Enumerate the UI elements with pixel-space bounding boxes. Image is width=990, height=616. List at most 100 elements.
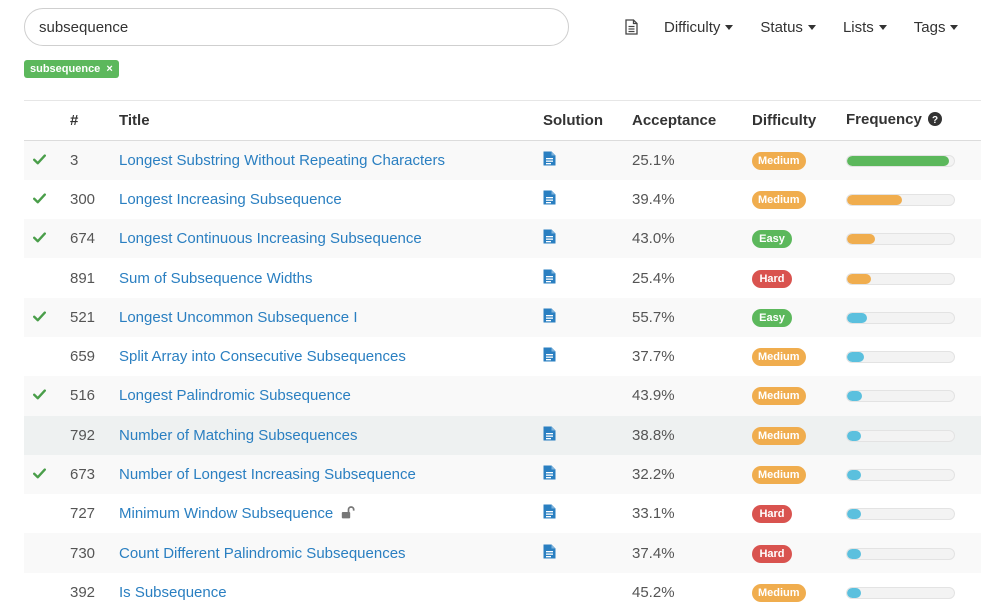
difficulty-badge: Medium: [752, 426, 806, 445]
status-column-header: [24, 100, 70, 141]
caret-down-icon: [878, 24, 887, 30]
document-icon[interactable]: [620, 16, 642, 38]
frequency-cell: [846, 494, 981, 533]
status-cell: [24, 337, 70, 376]
frequency-header-label: Frequency: [846, 111, 922, 128]
frequency-cell: [846, 141, 981, 180]
acceptance-rate: 33.1%: [632, 505, 675, 523]
table-row[interactable]: 792 Number of Matching Subsequences 38.8% M…: [24, 415, 981, 455]
difficulty-column-header[interactable]: Difficulty: [752, 100, 846, 141]
acceptance-rate: 55.7%: [632, 308, 675, 326]
problem-title-link[interactable]: Longest Continuous Increasing Subsequenc…: [119, 230, 422, 247]
problem-title-link[interactable]: Count Different Palindromic Subsequences: [119, 545, 406, 562]
table-row[interactable]: 521 Longest Uncommon Subsequence I 55.7% Ea…: [24, 297, 981, 337]
difficulty-cell: Medium: [752, 337, 846, 376]
status-cell: [24, 258, 70, 297]
difficulty-cell: Medium: [752, 416, 846, 455]
solution-doc-icon[interactable]: [543, 426, 556, 441]
title-cell: Count Different Palindromic Subsequences: [119, 533, 543, 572]
problems-table: # Title Solution Acceptance Difficulty F…: [24, 100, 981, 613]
frequency-cell: [846, 219, 981, 258]
frequency-cell: [846, 258, 981, 297]
problem-number: 516: [70, 387, 96, 405]
difficulty-cell: Hard: [752, 258, 846, 297]
problem-title-link[interactable]: Longest Substring Without Repeating Char…: [119, 152, 445, 169]
solution-cell: [543, 455, 632, 494]
active-tag-chip: subsequence ×: [24, 60, 119, 78]
difficulty-cell: Medium: [752, 141, 846, 180]
frequency-column-header[interactable]: Frequency?: [846, 100, 981, 141]
difficulty-cell: Medium: [752, 573, 846, 612]
status-cell: [24, 494, 70, 533]
difficulty-cell: Hard: [752, 533, 846, 572]
problem-title-link[interactable]: Longest Palindromic Subsequence: [119, 387, 351, 404]
search-input[interactable]: [24, 8, 569, 46]
table-row[interactable]: 3 Longest Substring Without Repeating Cha…: [24, 140, 981, 180]
acceptance-rate: 25.1%: [632, 151, 675, 169]
tags-dropdown[interactable]: Tags: [914, 19, 959, 36]
table-row[interactable]: 674 Longest Continuous Increasing Subsequ…: [24, 219, 981, 259]
solution-column-header[interactable]: Solution: [543, 100, 632, 141]
table-row[interactable]: 392 Is Subsequence 45.2% Medium: [24, 572, 981, 613]
difficulty-badge: Easy: [752, 230, 792, 249]
svg-text:?: ?: [932, 115, 938, 126]
frequency-bar: [846, 508, 955, 521]
title-cell: Split Array into Consecutive Subsequence…: [119, 337, 543, 376]
problem-title-link[interactable]: Minimum Window Subsequence: [119, 505, 333, 522]
question-circle-icon[interactable]: ?: [927, 112, 942, 130]
table-row[interactable]: 891 Sum of Subsequence Widths 25.4% Hard: [24, 258, 981, 298]
problem-title-link[interactable]: Longest Uncommon Subsequence I: [119, 309, 357, 326]
title-cell: Number of Matching Subsequences: [119, 416, 543, 455]
problem-title-link[interactable]: Longest Increasing Subsequence: [119, 191, 342, 208]
frequency-bar: [846, 429, 955, 442]
frequency-bar: [846, 390, 955, 403]
problem-number: 727: [70, 505, 96, 523]
solution-cell: [543, 337, 632, 376]
solution-doc-icon[interactable]: [543, 190, 556, 205]
problem-title-link[interactable]: Number of Matching Subsequences: [119, 427, 357, 444]
title-column-header[interactable]: Title: [119, 100, 543, 141]
difficulty-cell: Easy: [752, 219, 846, 258]
frequency-bar: [846, 233, 955, 246]
acceptance-rate: 45.2%: [632, 583, 675, 601]
difficulty-dropdown[interactable]: Difficulty: [664, 19, 734, 36]
problem-number: 891: [70, 269, 96, 287]
caret-down-icon: [950, 24, 959, 30]
solution-doc-icon[interactable]: [543, 151, 556, 166]
solution-doc-icon[interactable]: [543, 308, 556, 323]
acceptance-column-header[interactable]: Acceptance: [632, 100, 752, 141]
problem-title-link[interactable]: Number of Longest Increasing Subsequence: [119, 466, 416, 483]
table-row[interactable]: 673 Number of Longest Increasing Subseque…: [24, 454, 981, 495]
problem-title-link[interactable]: Split Array into Consecutive Subsequence…: [119, 348, 406, 365]
solution-doc-icon[interactable]: [543, 347, 556, 362]
table-header-row: # Title Solution Acceptance Difficulty F…: [24, 100, 981, 141]
solved-check-icon: [33, 230, 46, 247]
frequency-cell: [846, 298, 981, 337]
problem-title-link[interactable]: Sum of Subsequence Widths: [119, 270, 312, 287]
solution-doc-icon[interactable]: [543, 465, 556, 480]
table-row[interactable]: 659 Split Array into Consecutive Subseque…: [24, 336, 981, 377]
solution-doc-icon[interactable]: [543, 269, 556, 284]
remove-tag-icon[interactable]: ×: [106, 63, 112, 75]
table-row[interactable]: 730 Count Different Palindromic Subsequen…: [24, 533, 981, 573]
table-row[interactable]: 727 Minimum Window Subsequence 33.1% Hard: [24, 494, 981, 534]
problem-number: 521: [70, 308, 96, 326]
status-dropdown[interactable]: Status: [760, 19, 816, 36]
solution-cell: [543, 219, 632, 258]
lists-dropdown[interactable]: Lists: [843, 19, 887, 36]
solution-doc-icon[interactable]: [543, 504, 556, 519]
difficulty-badge: Hard: [752, 269, 792, 288]
table-row[interactable]: 516 Longest Palindromic Subsequence 43.9% M…: [24, 376, 981, 416]
frequency-bar: [846, 193, 955, 206]
status-dropdown-label: Status: [760, 18, 803, 36]
problem-number: 792: [70, 426, 96, 444]
number-column-header[interactable]: #: [70, 100, 119, 141]
table-row[interactable]: 300 Longest Increasing Subsequence 39.4% Me…: [24, 179, 981, 220]
solution-doc-icon[interactable]: [543, 229, 556, 244]
solution-cell: [543, 416, 632, 455]
title-cell: Longest Palindromic Subsequence: [119, 376, 543, 415]
difficulty-badge: Medium: [752, 151, 806, 170]
solution-doc-icon[interactable]: [543, 544, 556, 559]
problem-title-link[interactable]: Is Subsequence: [119, 584, 227, 601]
frequency-bar-fill: [847, 312, 868, 323]
